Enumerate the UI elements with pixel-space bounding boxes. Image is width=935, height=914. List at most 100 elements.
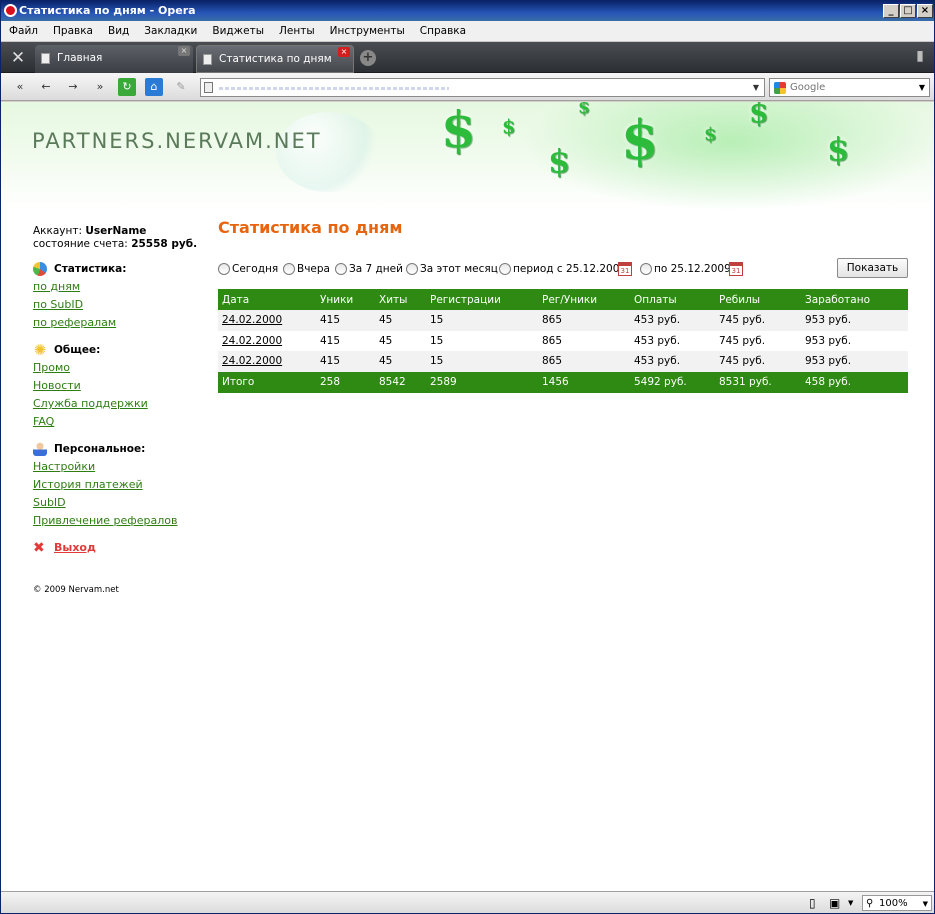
camera-dropdown-icon[interactable]: ▼	[848, 895, 858, 911]
rewind-button[interactable]: «	[11, 78, 29, 96]
search-dropdown-icon[interactable]: ▼	[916, 80, 928, 95]
menu-bookmarks[interactable]: Закладки	[137, 21, 204, 41]
table-cell: 15	[426, 351, 538, 372]
sidebar-link-support[interactable]: Служба поддержки	[33, 395, 208, 413]
section-general: ✺ Общее:	[33, 341, 208, 359]
radio-circle[interactable]	[499, 263, 511, 275]
date-filters: Сегодня Вчера За 7 дней За этот месяц пе…	[218, 258, 908, 280]
table-cell: 745 руб.	[715, 310, 801, 331]
tab-bar: ✕ Главная × Статистика по дням × + ▮	[1, 42, 934, 73]
tab-stats[interactable]: Статистика по дням ×	[196, 45, 354, 73]
sidebar-link-by-subid[interactable]: по SubID	[33, 296, 208, 314]
row-date-link[interactable]: 24.02.2000	[218, 310, 316, 331]
table-cell: 453 руб.	[630, 351, 715, 372]
transfer-icon[interactable]: ▯	[809, 895, 823, 911]
sidebar-link-news[interactable]: Новости	[33, 377, 208, 395]
table-cell: 2589	[426, 371, 538, 393]
radio-label: За этот месяц	[420, 263, 498, 275]
show-button[interactable]: Показать	[837, 258, 908, 278]
menu-tools[interactable]: Инструменты	[323, 21, 412, 41]
banner-glow	[521, 102, 934, 212]
radio-circle[interactable]	[335, 263, 347, 275]
table-cell: 745 руб.	[715, 330, 801, 351]
tab-home[interactable]: Главная ×	[35, 45, 193, 73]
zoom-dropdown-icon[interactable]: ▼	[923, 896, 928, 912]
menu-help[interactable]: Справка	[413, 21, 473, 41]
radio-circle[interactable]	[640, 263, 652, 275]
radio-month[interactable]: За этот месяц	[406, 262, 498, 276]
address-dropdown-icon[interactable]: ▼	[749, 80, 763, 95]
sidebar-link-promo[interactable]: Промо	[33, 359, 208, 377]
table-cell: 15	[426, 330, 538, 351]
menu-file[interactable]: Файл	[2, 21, 45, 41]
search-box[interactable]: ▼	[769, 78, 930, 97]
table-cell: 453 руб.	[630, 310, 715, 331]
status-bar: ▯ ▣ ▼ ⚲ 100% ▼	[1, 891, 934, 913]
calendar-to-icon[interactable]: 31	[729, 262, 743, 276]
radio-today[interactable]: Сегодня	[218, 262, 278, 276]
radio-yesterday[interactable]: Вчера	[283, 262, 330, 276]
new-tab-button[interactable]: +	[360, 50, 376, 66]
radio-period-to[interactable]: по 25.12.2009	[640, 262, 731, 276]
radio-label: За 7 дней	[349, 263, 403, 275]
back-button[interactable]: ←	[37, 78, 55, 96]
dollar-icon: $	[827, 130, 850, 168]
close-window-button[interactable]: ×	[917, 4, 933, 18]
tab-label: Статистика по дням	[219, 53, 332, 65]
sidebar-link-subid[interactable]: SubID	[33, 494, 208, 512]
site-logo[interactable]: PARTNERS.NERVAM.NET	[32, 129, 322, 153]
forward-button[interactable]: →	[64, 78, 82, 96]
table-row: 24.02.2000 415 45 15 865 453 руб. 745 ру…	[218, 351, 908, 372]
table-cell: 865	[538, 310, 630, 331]
opera-logo-icon	[4, 4, 17, 17]
edit-icon[interactable]: ✎	[172, 78, 190, 96]
maximize-button[interactable]: □	[900, 4, 916, 18]
search-input[interactable]	[790, 80, 915, 95]
sidebar-link-payment-history[interactable]: История платежей	[33, 476, 208, 494]
logout-row: ✖ Выход	[33, 539, 208, 557]
user-icon	[33, 442, 47, 456]
address-field[interactable]: ▼	[200, 78, 765, 97]
sidebar-link-invite-referrals[interactable]: Привлечение рефералов	[33, 512, 208, 530]
sidebar-link-faq[interactable]: FAQ	[33, 413, 208, 431]
account-info: Аккаунт: UserName состояние счета: 25558…	[33, 225, 208, 251]
reload-button[interactable]: ↻	[118, 78, 136, 96]
row-date-link[interactable]: 24.02.2000	[218, 351, 316, 372]
obscured-url	[219, 87, 449, 90]
home-button[interactable]: ⌂	[145, 78, 163, 96]
sidebar-link-by-referrals[interactable]: по рефералам	[33, 314, 208, 332]
radio-circle[interactable]	[218, 263, 230, 275]
close-tab-button[interactable]: ×	[178, 46, 190, 56]
col-rebills-header: Ребилы	[715, 289, 801, 310]
header-banner: PARTNERS.NERVAM.NET $ $ $ $ $ $ $ $	[1, 102, 934, 212]
camera-icon[interactable]: ▣	[829, 895, 845, 911]
logout-link[interactable]: Выход	[54, 541, 96, 554]
menu-view[interactable]: Вид	[101, 21, 136, 41]
calendar-from-icon[interactable]: 31	[618, 262, 632, 276]
fast-forward-button[interactable]: »	[91, 78, 109, 96]
menu-edit[interactable]: Правка	[46, 21, 100, 41]
zoom-control[interactable]: ⚲ 100% ▼	[862, 895, 932, 911]
dollar-icon: $	[621, 108, 659, 172]
radio-label: Сегодня	[232, 263, 279, 275]
row-date-link[interactable]: 24.02.2000	[218, 330, 316, 351]
title-bar: Статистика по дням - Opera _ □ ×	[1, 1, 934, 21]
sidebar-link-by-days[interactable]: по дням	[33, 278, 208, 296]
menu-feeds[interactable]: Ленты	[272, 21, 322, 41]
radio-circle[interactable]	[283, 263, 295, 275]
minimize-button[interactable]: _	[883, 4, 899, 18]
tools-icon[interactable]: ✕	[5, 46, 31, 70]
radio-circle[interactable]	[406, 263, 418, 275]
trash-icon[interactable]: ▮	[912, 48, 928, 66]
section-title: Общее:	[54, 344, 101, 356]
zoom-level: 100%	[879, 898, 908, 909]
table-cell: 453 руб.	[630, 330, 715, 351]
radio-week[interactable]: За 7 дней	[335, 262, 403, 276]
radio-label: период с 25.12.2009	[513, 263, 627, 275]
table-cell: 5492 руб.	[630, 371, 715, 393]
menu-widgets[interactable]: Виджеты	[205, 21, 271, 41]
radio-period[interactable]: период с 25.12.2009	[499, 262, 626, 276]
close-tab-button[interactable]: ×	[338, 47, 350, 57]
google-icon	[774, 82, 786, 94]
sidebar-link-settings[interactable]: Настройки	[33, 458, 208, 476]
